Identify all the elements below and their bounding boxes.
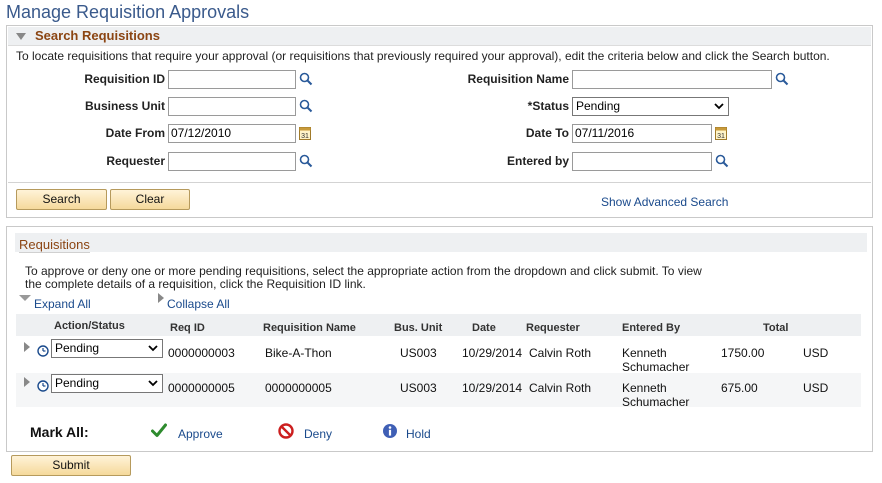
requisition-name-input[interactable] [572, 70, 772, 89]
calendar-icon[interactable]: 31 [299, 126, 311, 140]
req-id-link[interactable]: 0000000005 [168, 381, 235, 395]
entered-by-first: Kenneth [622, 346, 667, 360]
col-req-id[interactable]: Req ID [170, 322, 205, 334]
chevron-down-icon [148, 380, 158, 387]
mark-all-label: Mark All: [30, 424, 89, 440]
col-total[interactable]: Total [763, 322, 788, 334]
col-requisition-name[interactable]: Requisition Name [263, 322, 356, 334]
status-select[interactable]: Pending [572, 97, 729, 116]
requisition-id-input[interactable] [168, 70, 296, 89]
requisition-name-label: Requisition Name [467, 72, 569, 86]
deny-all-link[interactable]: Deny [304, 427, 332, 441]
col-entered-by[interactable]: Entered By [622, 322, 680, 334]
action-select[interactable]: Pending [51, 374, 163, 393]
show-advanced-search-link[interactable]: Show Advanced Search [601, 195, 728, 209]
total: 1750.00 [721, 346, 765, 360]
collapse-triangle-icon[interactable] [158, 293, 164, 303]
requisition-id-label: Requisition ID [84, 72, 165, 86]
search-instructions: To locate requisitions that require your… [16, 49, 830, 63]
submit-button[interactable]: Submit [11, 455, 131, 476]
expand-triangle-icon[interactable] [19, 295, 31, 301]
col-date[interactable]: Date [472, 322, 496, 334]
entered-by-label: Entered by [506, 154, 569, 168]
hold-all-link[interactable]: Hold [406, 427, 431, 441]
currency: USD [803, 381, 829, 395]
requisitions-header [15, 233, 867, 252]
expand-row-icon[interactable] [24, 377, 30, 387]
business-unit-input[interactable] [168, 97, 296, 116]
search-section-header[interactable]: Search Requisitions [8, 27, 871, 46]
page-title: Manage Requisition Approvals [6, 2, 250, 22]
date-to-input[interactable]: 07/11/2016 [572, 124, 712, 143]
chevron-down-icon [714, 103, 724, 110]
action-select-value: Pending [55, 376, 100, 390]
status-select-value: Pending [576, 99, 621, 113]
col-action-status: Action/Status [54, 320, 125, 332]
deny-icon[interactable] [278, 423, 294, 439]
svg-text:31: 31 [717, 133, 725, 140]
col-bus-unit[interactable]: Bus. Unit [394, 322, 442, 334]
date: 10/29/2014 [462, 381, 523, 395]
col-requester[interactable]: Requester [526, 322, 580, 334]
requester-label: Requester [106, 154, 165, 168]
requester: Calvin Roth [529, 381, 592, 395]
action-select[interactable]: Pending [51, 339, 163, 358]
entered-by-last: Schumacher [622, 395, 690, 409]
bus-unit: US003 [400, 381, 437, 395]
approve-all-link[interactable]: Approve [178, 427, 223, 441]
clock-icon [37, 380, 49, 392]
expand-all-link[interactable]: Expand All [34, 297, 91, 311]
svg-text:31: 31 [301, 133, 309, 140]
search-icon[interactable] [299, 154, 313, 168]
entered-by-input[interactable] [572, 152, 712, 171]
requisitions-title: Requisitions [19, 237, 90, 253]
currency: USD [803, 346, 829, 360]
requisitions-instructions-1: To approve or deny one or more pending r… [25, 264, 702, 278]
expand-row-icon[interactable] [24, 342, 30, 352]
search-section-title[interactable]: Search Requisitions [35, 28, 160, 43]
business-unit-label: Business Unit [84, 99, 165, 113]
date-from-label: Date From [105, 126, 165, 140]
date: 10/29/2014 [462, 346, 523, 360]
search-icon[interactable] [299, 99, 313, 113]
entered-by-first: Kenneth [622, 381, 667, 395]
requisitions-instructions-2: the complete details of a requisition, c… [25, 277, 366, 291]
calendar-icon[interactable]: 31 [715, 126, 727, 140]
chevron-down-icon [148, 345, 158, 352]
requisitions-section: Requisitions To approve or deny one or m… [6, 226, 873, 452]
search-section: Search Requisitions To locate requisitio… [6, 25, 873, 218]
search-button[interactable]: Search [16, 189, 107, 210]
requester: Calvin Roth [529, 346, 592, 360]
info-icon[interactable] [382, 423, 398, 439]
requisition-name: Bike-A-Thon [265, 346, 332, 360]
status-label: *Status [527, 99, 569, 113]
clock-icon [37, 345, 49, 357]
search-icon[interactable] [299, 72, 313, 86]
total: 675.00 [721, 381, 758, 395]
action-select-value: Pending [55, 341, 100, 355]
requester-input[interactable] [168, 152, 296, 171]
search-icon[interactable] [775, 72, 789, 86]
divider [8, 182, 871, 183]
bus-unit: US003 [400, 346, 437, 360]
clear-button[interactable]: Clear [110, 189, 190, 210]
search-icon[interactable] [715, 154, 729, 168]
req-id-link[interactable]: 0000000003 [168, 346, 235, 360]
check-icon[interactable] [151, 423, 167, 438]
date-to-label: Date To [525, 126, 569, 140]
entered-by-last: Schumacher [622, 360, 690, 374]
collapse-all-link[interactable]: Collapse All [167, 297, 230, 311]
date-from-input[interactable]: 07/12/2010 [168, 124, 296, 143]
requisition-name: 0000000005 [265, 381, 332, 395]
collapse-triangle-icon[interactable] [16, 33, 26, 40]
